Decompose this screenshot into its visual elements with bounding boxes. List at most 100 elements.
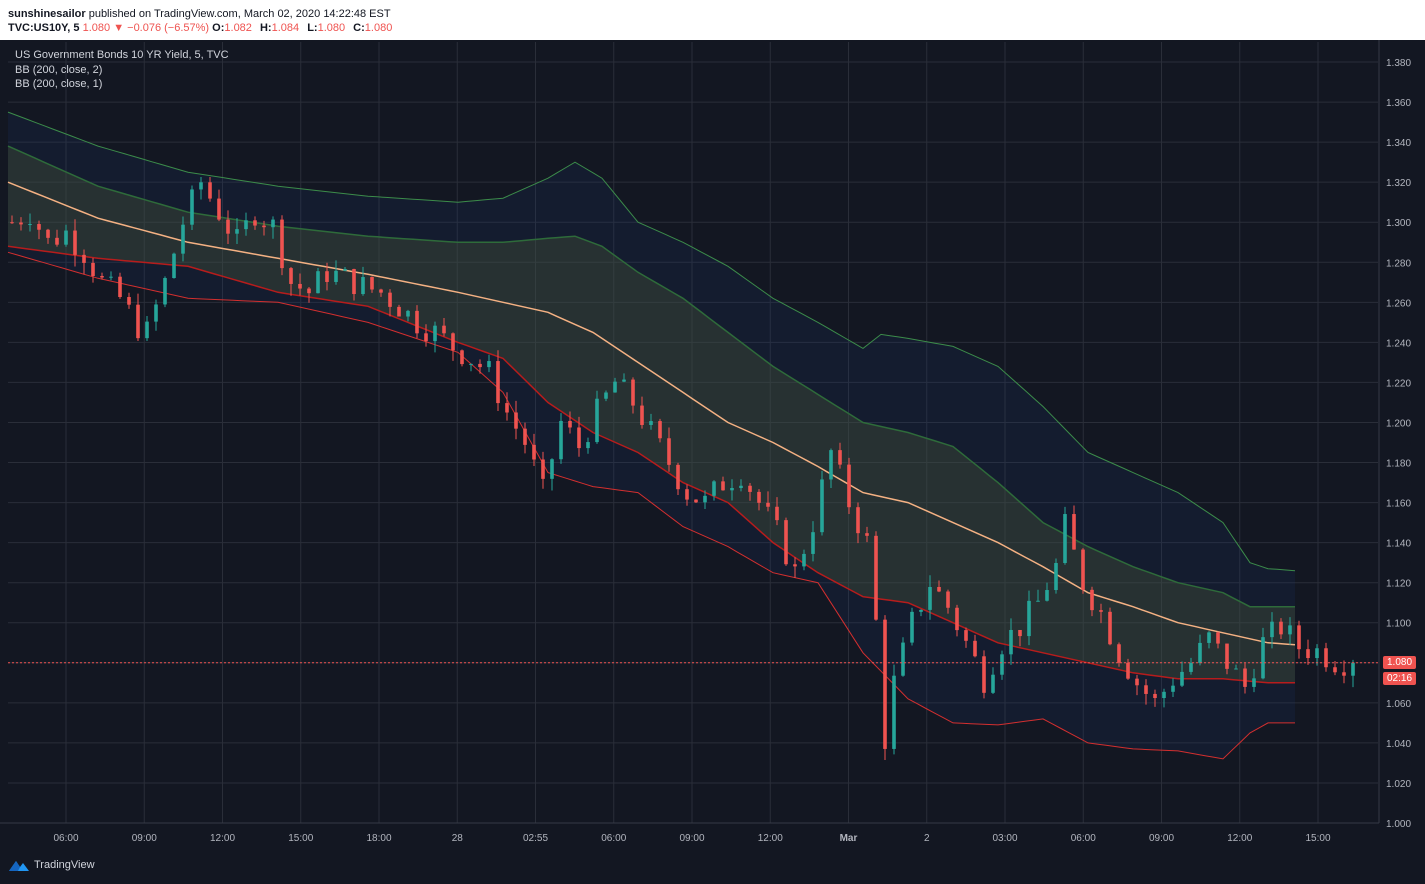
candle-body: [730, 488, 734, 491]
candle-body: [604, 392, 608, 399]
chart-frame[interactable]: 1.000 1.020 1.040 1.060 1.080 1.100 1.120 1.140…: [0, 40, 1425, 884]
candle-body: [982, 656, 986, 693]
candle-body: [1216, 632, 1220, 644]
candle-body: [1036, 600, 1040, 602]
candle-body: [613, 381, 617, 393]
y-tick-label: 1.140: [1386, 539, 1411, 550]
candle-body: [1009, 629, 1013, 655]
tradingview-brand[interactable]: TradingView: [8, 856, 95, 874]
candle-body: [334, 270, 338, 282]
candle-body: [1099, 610, 1103, 612]
candle-body: [1243, 668, 1247, 687]
candle-body: [685, 489, 689, 500]
candle-body: [1279, 621, 1283, 635]
y-tick-label: 1.380: [1386, 58, 1411, 69]
down-arrow-icon: ▼: [113, 22, 125, 34]
legend-title[interactable]: US Government Bonds 10 YR Yield, 5, TVC: [15, 48, 229, 63]
brand-label: TradingView: [34, 859, 95, 871]
candle-body: [541, 459, 545, 479]
price-chart[interactable]: 1.000 1.020 1.040 1.060 1.080 1.100 1.120 1.140…: [0, 40, 1425, 884]
candle-body: [397, 306, 401, 317]
candle-body: [586, 442, 590, 449]
legend-bb-1[interactable]: BB (200, close, 1): [15, 77, 229, 92]
y-tick-label: 1.020: [1386, 779, 1411, 790]
candle-body: [127, 297, 131, 305]
candle-body: [991, 674, 995, 693]
candle-body: [1252, 678, 1256, 687]
candle-body: [289, 268, 293, 284]
candle-body: [307, 288, 311, 294]
x-tick-label: 02:55: [523, 833, 548, 844]
x-tick-label: 09:00: [679, 833, 704, 844]
candle-body: [676, 464, 680, 490]
candle-body: [217, 198, 221, 220]
candle-body: [901, 642, 905, 676]
candle-body: [253, 220, 257, 226]
candle-body: [82, 254, 86, 263]
candle-body: [1000, 654, 1004, 675]
candle-body: [793, 564, 797, 567]
quote-line: TVC:US10Y, 5 1.080 ▼ −0.076 (−6.57%) O:1…: [8, 22, 397, 34]
candle-body: [1324, 648, 1328, 668]
candle-body: [316, 271, 320, 294]
candle-body: [1081, 549, 1085, 590]
legend-bb-2[interactable]: BB (200, close, 2): [15, 63, 229, 78]
candle-body: [388, 292, 392, 307]
y-tick-label: 1.360: [1386, 98, 1411, 109]
candle-body: [181, 224, 185, 254]
low-label: L:: [307, 22, 318, 34]
candle-body: [532, 444, 536, 460]
candle-body: [559, 420, 563, 460]
candle-body: [91, 262, 95, 277]
y-tick-label: 1.200: [1386, 418, 1411, 429]
candle-body: [46, 229, 50, 238]
candle-body: [370, 277, 374, 290]
candle-body: [406, 310, 410, 317]
y-tick-label: 1.240: [1386, 338, 1411, 349]
y-tick-label: 1.340: [1386, 138, 1411, 149]
candle-body: [883, 619, 887, 749]
y-tick-label: 1.320: [1386, 178, 1411, 189]
x-tick-label: 12:00: [1227, 833, 1252, 844]
candle-body: [145, 321, 149, 339]
candle-body: [1225, 643, 1229, 669]
candle-body: [910, 611, 914, 643]
candle-body: [1153, 693, 1157, 699]
candle-body: [154, 304, 158, 322]
x-tick-label: 2: [924, 833, 930, 844]
candle-body: [73, 230, 77, 255]
y-tick-label: 1.300: [1386, 218, 1411, 229]
candle-body: [802, 553, 806, 567]
candle-body: [1063, 514, 1067, 564]
candle-body: [1108, 611, 1112, 645]
high-value: 1.084: [271, 22, 300, 34]
candle-body: [280, 219, 284, 269]
high-label: H:: [259, 22, 272, 34]
x-tick-label: 12:00: [758, 833, 783, 844]
candle-body: [379, 289, 383, 293]
candle-body: [1189, 662, 1193, 672]
candle-body: [1288, 625, 1292, 635]
candle-body: [1072, 514, 1076, 550]
candle-body: [847, 464, 851, 508]
candle-body: [946, 591, 950, 608]
candle-body: [424, 333, 428, 342]
candle-body: [1162, 691, 1166, 699]
candle-body: [577, 427, 581, 449]
candle-body: [892, 675, 896, 749]
candle-body: [496, 361, 500, 404]
candle-body: [118, 276, 122, 298]
candle-body: [1342, 672, 1346, 676]
candle-body: [352, 269, 356, 295]
author-name[interactable]: sunshinesailor: [8, 8, 86, 20]
candle-body: [478, 363, 482, 368]
candle-body: [64, 230, 68, 245]
candle-body: [244, 220, 248, 230]
publish-header: sunshinesailor published on TradingView.…: [0, 0, 1425, 40]
last-price: 1.080: [82, 22, 111, 34]
candle-body: [1090, 589, 1094, 611]
candle-body: [1054, 563, 1058, 591]
y-tick-label: 1.280: [1386, 258, 1411, 269]
candle-body: [865, 533, 869, 536]
close-value: 1.080: [364, 22, 393, 34]
